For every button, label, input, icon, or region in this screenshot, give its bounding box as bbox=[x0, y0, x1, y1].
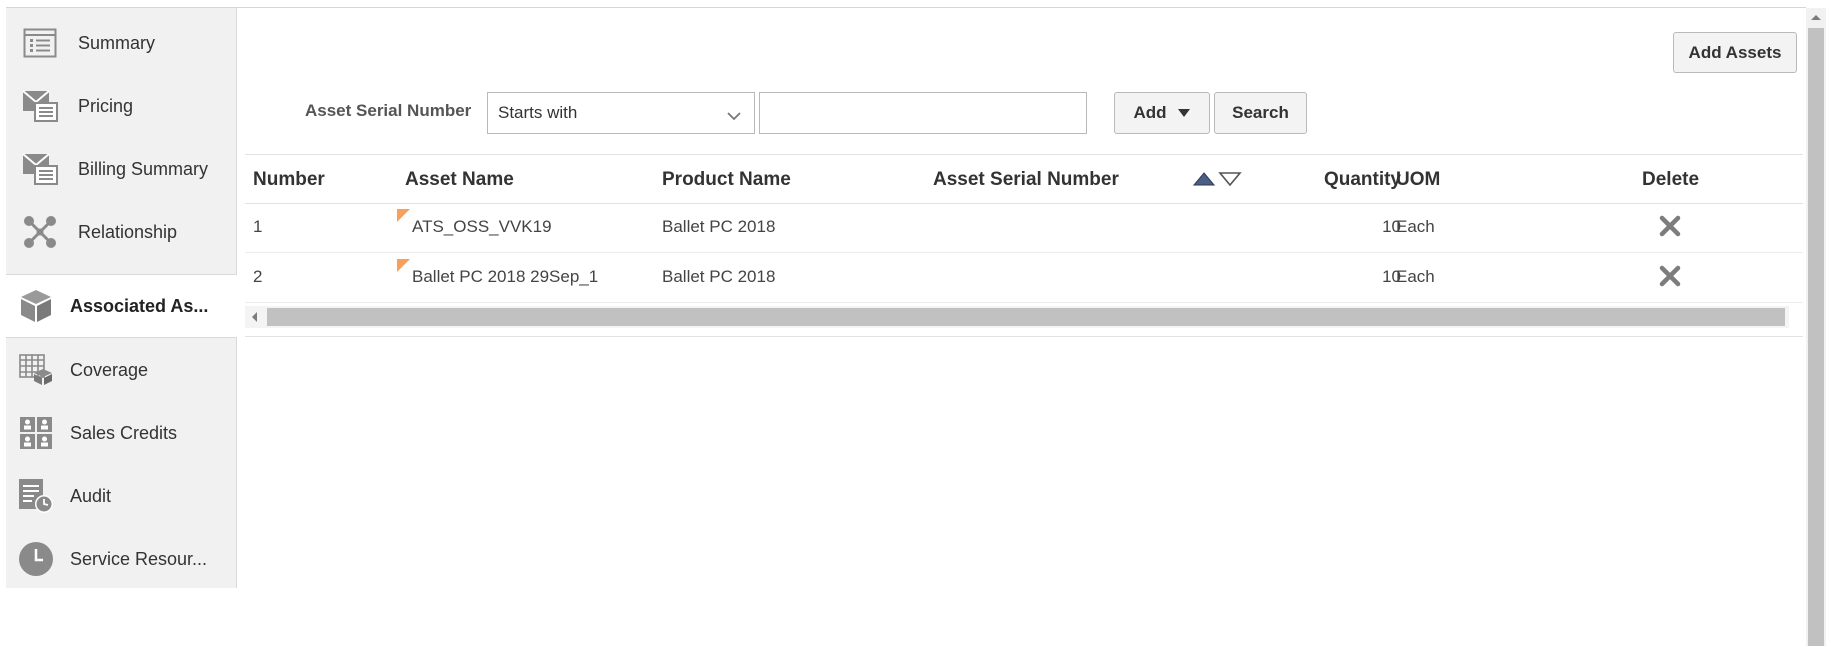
search-operator-select[interactable]: Starts with bbox=[487, 92, 755, 134]
add-dropdown-button[interactable]: Add bbox=[1114, 92, 1210, 134]
delete-icon[interactable] bbox=[1659, 265, 1681, 292]
cell-number: 1 bbox=[253, 217, 263, 236]
search-button[interactable]: Search bbox=[1214, 92, 1307, 134]
sidebar-item-label: Coverage bbox=[70, 359, 149, 380]
sidebar-item-sales-credits[interactable]: Sales Credits bbox=[6, 402, 236, 464]
cube-icon bbox=[18, 288, 54, 324]
list-icon bbox=[22, 25, 58, 61]
scroll-up-icon[interactable] bbox=[1811, 15, 1821, 20]
vertical-scrollbar[interactable] bbox=[1806, 8, 1826, 646]
search-operator-value: Starts with bbox=[498, 103, 578, 122]
scrollbar-thumb[interactable] bbox=[1808, 28, 1824, 646]
table-row[interactable]: 1 ATS_OSS_VVK19 Ballet PC 2018 10 Each bbox=[245, 203, 1803, 253]
sidebar-item-billing-summary[interactable]: Billing Summary bbox=[6, 138, 236, 200]
asset-flag-icon bbox=[397, 209, 410, 222]
sidebar-item-audit[interactable]: Audit bbox=[6, 465, 236, 527]
network-icon bbox=[22, 214, 58, 250]
caret-down-icon bbox=[1177, 108, 1191, 118]
envelope-list-icon bbox=[22, 88, 58, 124]
page-frame: Summary Pricing Billing Summary Relation… bbox=[0, 0, 1831, 646]
sidebar-item-label: Audit bbox=[70, 485, 112, 506]
column-header-uom[interactable]: UOM bbox=[1396, 169, 1440, 191]
chevron-down-icon bbox=[726, 106, 742, 126]
sidebar-item-label: Pricing bbox=[78, 95, 134, 116]
grid-cube-icon bbox=[18, 352, 54, 388]
document-clock-icon bbox=[18, 478, 54, 514]
cell-quantity: 10 bbox=[1382, 267, 1401, 286]
scrollbar-thumb[interactable] bbox=[267, 308, 1785, 326]
delete-icon[interactable] bbox=[1659, 215, 1681, 242]
sort-descending-icon[interactable] bbox=[1218, 171, 1242, 192]
horizontal-scrollbar[interactable] bbox=[245, 306, 1803, 328]
clock-icon bbox=[18, 541, 54, 577]
sidebar-item-service-resources[interactable]: Service Resour... bbox=[6, 528, 236, 590]
column-header-serial[interactable]: Asset Serial Number bbox=[933, 169, 1119, 191]
sidebar-item-label: Summary bbox=[78, 32, 156, 53]
sidebar: Summary Pricing Billing Summary Relation… bbox=[6, 8, 237, 588]
sidebar-item-relationship[interactable]: Relationship bbox=[6, 201, 236, 263]
column-header-quantity[interactable]: Quantity bbox=[1305, 169, 1401, 191]
sidebar-item-label: Sales Credits bbox=[70, 422, 178, 443]
cell-product-name: Ballet PC 2018 bbox=[662, 267, 776, 286]
person-grid-icon bbox=[18, 415, 54, 451]
table-row[interactable]: 2 Ballet PC 2018 29Sep_1 Ballet PC 2018 … bbox=[245, 253, 1803, 303]
envelope-list-icon bbox=[22, 151, 58, 187]
column-header-product-name[interactable]: Product Name bbox=[662, 169, 791, 191]
sort-ascending-icon[interactable] bbox=[1192, 171, 1216, 192]
sidebar-item-summary[interactable]: Summary bbox=[6, 12, 236, 74]
cell-uom: Each bbox=[1396, 267, 1435, 286]
sidebar-item-associated-assets[interactable]: Associated As... bbox=[6, 274, 237, 338]
column-header-number[interactable]: Number bbox=[253, 169, 325, 191]
asset-flag-icon bbox=[397, 259, 410, 272]
cell-asset-name: Ballet PC 2018 29Sep_1 bbox=[412, 267, 599, 286]
sidebar-item-label: Service Resour... bbox=[70, 548, 208, 569]
search-input[interactable] bbox=[759, 92, 1087, 134]
cell-quantity: 10 bbox=[1382, 217, 1401, 236]
table-header: Number Asset Name Product Name Asset Ser… bbox=[245, 154, 1803, 204]
main-panel: Add Assets Asset Serial Number Starts wi… bbox=[237, 8, 1803, 646]
add-assets-label: Add Assets bbox=[1688, 42, 1782, 62]
sidebar-item-label: Billing Summary bbox=[78, 158, 209, 179]
sidebar-item-pricing[interactable]: Pricing bbox=[6, 75, 236, 137]
add-assets-button[interactable]: Add Assets bbox=[1673, 32, 1797, 73]
search-button-label: Search bbox=[1232, 103, 1289, 122]
cell-product-name: Ballet PC 2018 bbox=[662, 217, 776, 236]
scroll-left-icon[interactable] bbox=[252, 312, 257, 322]
sidebar-item-label: Associated As... bbox=[70, 295, 209, 316]
column-header-delete: Delete bbox=[1642, 169, 1700, 190]
sidebar-item-coverage[interactable]: Coverage bbox=[6, 339, 236, 401]
add-button-label: Add bbox=[1133, 103, 1167, 122]
column-header-asset-name[interactable]: Asset Name bbox=[405, 169, 514, 191]
table-bottom-divider bbox=[245, 336, 1803, 337]
cell-asset-name: ATS_OSS_VVK19 bbox=[412, 217, 552, 236]
search-field-label: Asset Serial Number bbox=[305, 101, 472, 120]
cell-uom: Each bbox=[1396, 217, 1435, 236]
cell-number: 2 bbox=[253, 267, 263, 286]
sidebar-item-label: Relationship bbox=[78, 221, 178, 242]
